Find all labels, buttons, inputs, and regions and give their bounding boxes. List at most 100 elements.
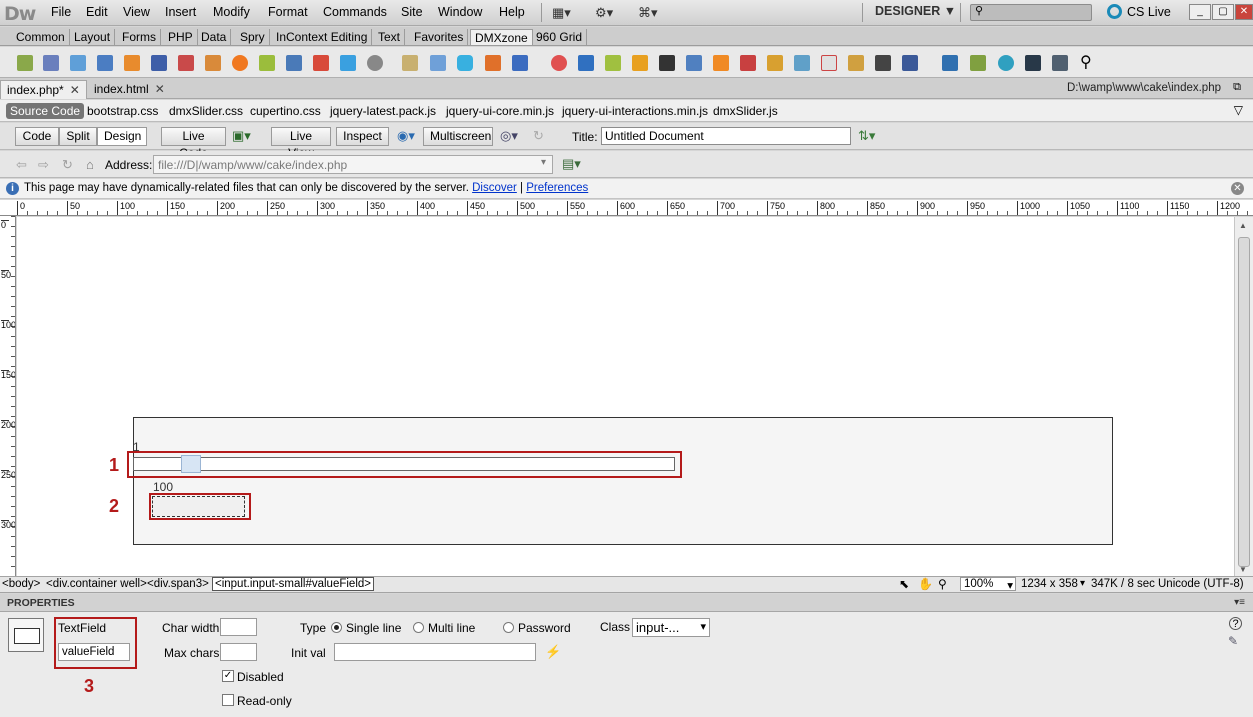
class-select[interactable]: input-... (632, 618, 710, 637)
forward-arrow-icon[interactable]: ⇨ (38, 157, 49, 173)
feed-icon[interactable] (232, 55, 248, 71)
zoom-tool-icon[interactable]: ⚲ (938, 577, 947, 591)
cs-live-button[interactable]: CS Live (1107, 4, 1171, 19)
users-icon[interactable] (97, 55, 113, 71)
menu-view[interactable]: View (123, 5, 150, 19)
check-page-icon[interactable]: ⇅▾ (858, 128, 875, 144)
scroll-icon[interactable] (259, 55, 275, 71)
rss-icon[interactable] (713, 55, 729, 71)
tag-selector-input[interactable]: <input.input-small#valueField> (212, 577, 374, 591)
package-icon[interactable] (632, 55, 648, 71)
scrollbar-thumb[interactable] (1238, 237, 1250, 567)
gallery-icon[interactable] (286, 55, 302, 71)
tabs-icon[interactable] (794, 55, 810, 71)
tab-favorites[interactable]: Favorites (410, 29, 469, 45)
folder-icon[interactable] (605, 55, 621, 71)
notes-icon[interactable] (402, 55, 418, 71)
maximize-button[interactable]: ▢ (1212, 4, 1234, 20)
init-val-input[interactable] (334, 643, 536, 661)
quick-tag-editor-icon[interactable]: ✎ (1228, 634, 1238, 648)
menu-modify[interactable]: Modify (213, 5, 250, 19)
refresh-icon[interactable]: ↻ (533, 128, 544, 144)
discover-link[interactable]: Discover (472, 182, 517, 194)
visual-aids-icon[interactable]: ◎▾ (500, 128, 518, 144)
settings-icon[interactable] (1052, 55, 1068, 71)
info-circle-icon[interactable] (998, 55, 1014, 71)
radio-multi-line[interactable] (413, 622, 424, 633)
multiscreen-button[interactable]: Multiscreen (423, 127, 493, 146)
radio-single-line[interactable] (331, 622, 342, 633)
file-management-icon[interactable]: ▣▾ (232, 128, 251, 144)
inspect-button[interactable]: Inspect (336, 127, 389, 146)
media-icon[interactable] (767, 55, 783, 71)
workspace-switcher[interactable]: DESIGNER ▼ (875, 4, 956, 18)
lightning-bolt-icon[interactable]: ⚡ (545, 644, 561, 660)
fullscreen-icon[interactable] (942, 55, 958, 71)
related-file[interactable]: cupertino.css (250, 104, 321, 118)
menu-file[interactable]: File (51, 5, 71, 19)
tab-incontext-editing[interactable]: InContext Editing (272, 29, 373, 45)
code-view-button[interactable]: Code (15, 127, 59, 146)
menu-site[interactable]: Site (401, 5, 423, 19)
vertical-scrollbar[interactable]: ▲ ▼ (1234, 217, 1253, 576)
related-file[interactable]: dmxSlider.js (713, 104, 778, 118)
close-icon[interactable]: ✕ (1231, 182, 1244, 195)
tab-common[interactable]: Common (12, 29, 70, 45)
tab-spry[interactable]: Spry (236, 29, 270, 45)
check-list-icon[interactable] (970, 55, 986, 71)
banner-icon[interactable] (740, 55, 756, 71)
help-search-input[interactable]: ⚲ (970, 4, 1092, 21)
facebook-icon[interactable] (902, 55, 918, 71)
chevron-down-icon[interactable]: ▾ (541, 157, 546, 168)
close-tab-icon[interactable]: ✕ (155, 82, 165, 96)
tab-index-php[interactable]: index.php* ✕ (0, 80, 87, 99)
properties-header[interactable]: PROPERTIES ▾≡ (0, 594, 1253, 612)
image-icon[interactable] (124, 55, 140, 71)
minimize-button[interactable]: _ (1189, 4, 1211, 20)
tag-selector-body[interactable]: <body> (2, 578, 40, 590)
live-code-button[interactable]: Live Code (161, 127, 226, 160)
document-title-input[interactable] (601, 127, 851, 145)
live-view-button[interactable]: Live View (271, 127, 331, 160)
home-icon[interactable]: ⌂ (86, 157, 94, 172)
terminal-icon[interactable] (1025, 55, 1041, 71)
menu-format[interactable]: Format (268, 5, 308, 19)
split-view-button[interactable]: Split (59, 127, 97, 146)
tab-php[interactable]: PHP (164, 29, 198, 45)
zoom-select[interactable]: 100% ▾ (960, 577, 1016, 592)
tab-index-html[interactable]: index.html ✕ (88, 80, 171, 99)
preferences-link[interactable]: Preferences (526, 182, 588, 194)
pdf-icon[interactable] (821, 55, 837, 71)
close-tab-icon[interactable]: ✕ (70, 83, 80, 97)
form-icon[interactable] (178, 55, 194, 71)
tag-selector-div[interactable]: <div.container well> (46, 578, 147, 590)
edit-icon[interactable] (205, 55, 221, 71)
menu-insert[interactable]: Insert (165, 5, 196, 19)
tab-layout[interactable]: Layout (70, 29, 116, 45)
widget-icon[interactable] (17, 55, 33, 71)
magnifier-icon[interactable]: ⚲ (1080, 52, 1092, 72)
window-size[interactable]: 1234 x 358 (1021, 578, 1078, 590)
help-icon[interactable]: ? (1229, 617, 1242, 630)
page-icon[interactable] (430, 55, 446, 71)
window-icon[interactable] (512, 55, 528, 71)
pointer-tool-icon[interactable]: ⬉ (899, 577, 909, 591)
news-icon[interactable] (686, 55, 702, 71)
calendar-icon[interactable] (43, 55, 59, 71)
scroll-down-icon[interactable]: ▼ (1239, 565, 1247, 574)
disabled-checkbox[interactable]: ✓ (222, 670, 234, 682)
char-width-input[interactable] (220, 618, 257, 636)
tab-960-grid[interactable]: 960 Grid (532, 29, 588, 45)
related-file[interactable]: dmxSlider.css (169, 104, 243, 118)
hand-tool-icon[interactable]: ✋ (918, 577, 933, 591)
related-file-source-code[interactable]: Source Code (6, 103, 85, 119)
menu-icon[interactable] (151, 55, 167, 71)
record-icon[interactable] (551, 55, 567, 71)
slider-icon[interactable] (70, 55, 86, 71)
browser-preview-icon[interactable]: ◉▾ (397, 128, 415, 144)
books-icon[interactable] (848, 55, 864, 71)
video-icon[interactable] (875, 55, 891, 71)
calendar-alt-icon[interactable] (313, 55, 329, 71)
tab-text[interactable]: Text (374, 29, 406, 45)
refresh-icon[interactable] (485, 55, 501, 71)
